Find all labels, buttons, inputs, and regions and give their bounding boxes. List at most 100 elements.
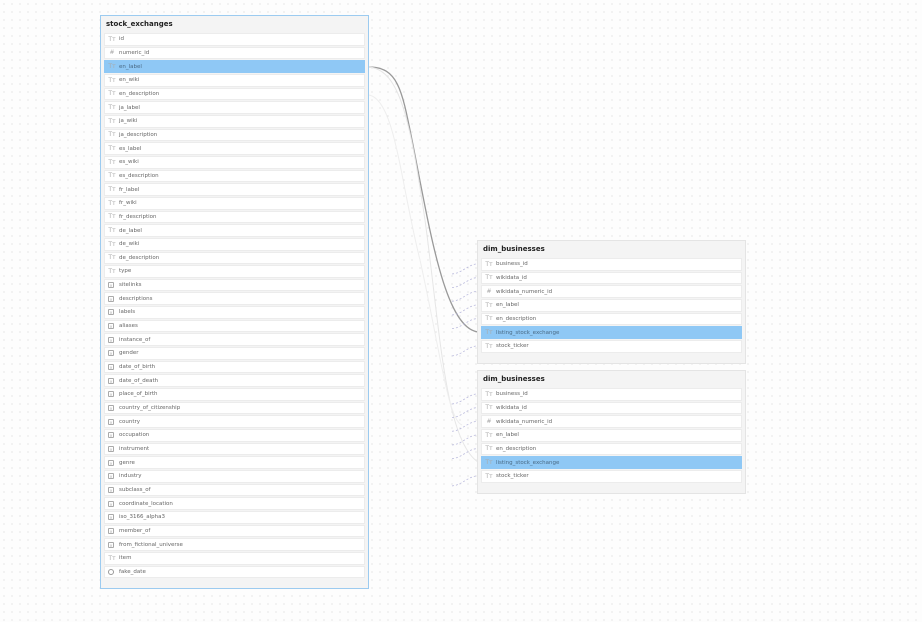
field-row[interactable]: × place_of_birth xyxy=(104,388,365,401)
field-row[interactable]: Tт fr_wiki xyxy=(104,196,365,210)
field-name: wikidata_numeric_id xyxy=(496,418,553,425)
field-row[interactable]: × country_of_citizenship xyxy=(104,401,365,415)
field-row[interactable]: × member_of xyxy=(104,524,365,538)
field-row[interactable]: × descriptions xyxy=(104,292,365,306)
field-name: en_description xyxy=(496,445,537,452)
field-row[interactable]: Tт ja_wiki xyxy=(104,114,365,128)
field-row[interactable]: Tт en_description xyxy=(481,312,742,326)
field-row[interactable]: × iso_3166_alpha3 xyxy=(104,510,365,524)
field-row[interactable]: # numeric_id xyxy=(104,46,365,60)
field-row[interactable]: × industry xyxy=(104,470,365,483)
field-row[interactable]: Tт business_id xyxy=(481,258,742,271)
field-name: en_label xyxy=(496,432,519,439)
field-row[interactable]: Tт item xyxy=(104,551,365,565)
field-name: instance_of xyxy=(119,336,151,343)
field-name: country_of_citizenship xyxy=(119,405,181,412)
field-row[interactable]: Tт fr_description xyxy=(104,210,365,224)
field-row[interactable]: × gender xyxy=(104,347,365,360)
field-name: place_of_birth xyxy=(119,391,158,398)
relation-line[interactable] xyxy=(368,66,481,333)
field-row[interactable]: × instrument xyxy=(104,442,365,456)
field-row[interactable]: Tт listing_stock_exchange xyxy=(481,456,742,469)
field-name: country xyxy=(119,418,141,425)
field-row[interactable]: × coordinate_location xyxy=(104,497,365,510)
relation-line-faint xyxy=(368,66,479,463)
table-dim-businesses[interactable]: dim_businesses Tт business_id Tт wikidata_id… xyxy=(477,240,746,364)
field-row[interactable]: Tт de_wiki xyxy=(104,237,365,251)
field-name: genre xyxy=(119,459,135,466)
text-type-icon: Tт xyxy=(108,158,116,166)
field-row[interactable]: # wikidata_numeric_id xyxy=(481,285,742,298)
text-type-icon: Tт xyxy=(485,390,493,398)
field-row[interactable]: Tт stock_ticker xyxy=(481,339,742,353)
table-dim-businesses-2[interactable]: dim_businesses Tт business_id Tт wikidata_id… xyxy=(477,370,746,494)
field-row[interactable]: × aliases xyxy=(104,319,365,333)
field-row[interactable]: Tт listing_stock_exchange xyxy=(481,326,742,339)
field-row[interactable]: Tт ja_label xyxy=(104,101,365,114)
text-type-icon: Tт xyxy=(108,227,116,235)
dashed-link xyxy=(451,434,477,446)
field-name: member_of xyxy=(119,527,151,534)
field-name: item xyxy=(119,555,132,562)
dashed-link xyxy=(451,263,477,275)
field-row[interactable]: Tт wikidata_id xyxy=(481,271,742,285)
field-row[interactable]: × occupation xyxy=(104,429,365,442)
field-row[interactable]: Tт wikidata_id xyxy=(481,401,742,415)
field-row[interactable]: Tт id xyxy=(104,33,365,46)
object-type-icon: × xyxy=(108,377,114,384)
clock-icon xyxy=(108,568,114,575)
field-row[interactable]: fake_date xyxy=(104,565,365,579)
field-row[interactable]: Tт stock_ticker xyxy=(481,469,742,483)
text-type-icon: Tт xyxy=(485,301,493,309)
field-row[interactable]: Tт en_label xyxy=(481,428,742,442)
field-row[interactable]: × country xyxy=(104,415,365,429)
field-row[interactable]: Tт business_id xyxy=(481,388,742,401)
field-row[interactable]: × from_fictional_universe xyxy=(104,538,365,551)
table-title: stock_exchanges xyxy=(106,20,173,28)
dashed-link xyxy=(451,304,477,316)
text-type-icon: Tт xyxy=(108,131,116,139)
field-name: date_of_death xyxy=(119,377,159,384)
field-row[interactable]: Tт en_description xyxy=(481,442,742,456)
field-name: gender xyxy=(119,350,139,357)
field-row[interactable]: Tт en_wiki xyxy=(104,73,365,87)
text-type-icon: Tт xyxy=(485,329,493,337)
relation-line-faint xyxy=(368,94,463,426)
object-type-icon: × xyxy=(108,446,114,453)
field-row[interactable]: × genre xyxy=(104,456,365,469)
field-row[interactable]: Tт type xyxy=(104,265,365,278)
text-type-icon: Tт xyxy=(108,35,116,43)
field-row[interactable]: × sitelinks xyxy=(104,278,365,292)
object-type-icon: × xyxy=(108,500,114,507)
number-type-icon: # xyxy=(486,418,492,426)
field-row[interactable]: × instance_of xyxy=(104,333,365,347)
object-type-icon: × xyxy=(108,418,114,425)
field-name: wikidata_id xyxy=(496,274,527,281)
field-row[interactable]: × subclass_of xyxy=(104,483,365,497)
field-row[interactable]: × date_of_birth xyxy=(104,360,365,374)
field-name: id xyxy=(119,36,125,43)
field-row[interactable]: Tт en_label xyxy=(104,60,365,73)
field-row[interactable]: # wikidata_numeric_id xyxy=(481,415,742,428)
table-stock-exchanges[interactable]: stock_exchanges Tт id # numeric_id Tт en_label… xyxy=(100,15,369,589)
field-row[interactable]: Tт de_description xyxy=(104,251,365,265)
field-row[interactable]: Tт es_wiki xyxy=(104,155,365,169)
field-row[interactable]: Tт ja_description xyxy=(104,128,365,142)
object-type-icon: × xyxy=(108,459,114,466)
field-row[interactable]: Tт es_label xyxy=(104,142,365,155)
field-row[interactable]: Tт en_description xyxy=(104,87,365,101)
field-row[interactable]: Tт fr_label xyxy=(104,183,365,196)
dashed-link xyxy=(451,345,477,357)
field-row[interactable]: × date_of_death xyxy=(104,374,365,388)
dashed-link xyxy=(451,318,477,330)
field-row[interactable]: Tт de_label xyxy=(104,224,365,237)
field-name: wikidata_numeric_id xyxy=(496,288,553,295)
field-row[interactable]: Tт en_label xyxy=(481,298,742,312)
field-row[interactable]: Tт es_description xyxy=(104,169,365,183)
text-type-icon: Tт xyxy=(485,315,493,323)
field-row[interactable]: × labels xyxy=(104,306,365,319)
text-type-icon: Tт xyxy=(108,240,116,248)
field-name: ja_description xyxy=(119,131,158,138)
object-type-icon: × xyxy=(108,514,114,521)
text-type-icon: Tт xyxy=(485,431,493,439)
